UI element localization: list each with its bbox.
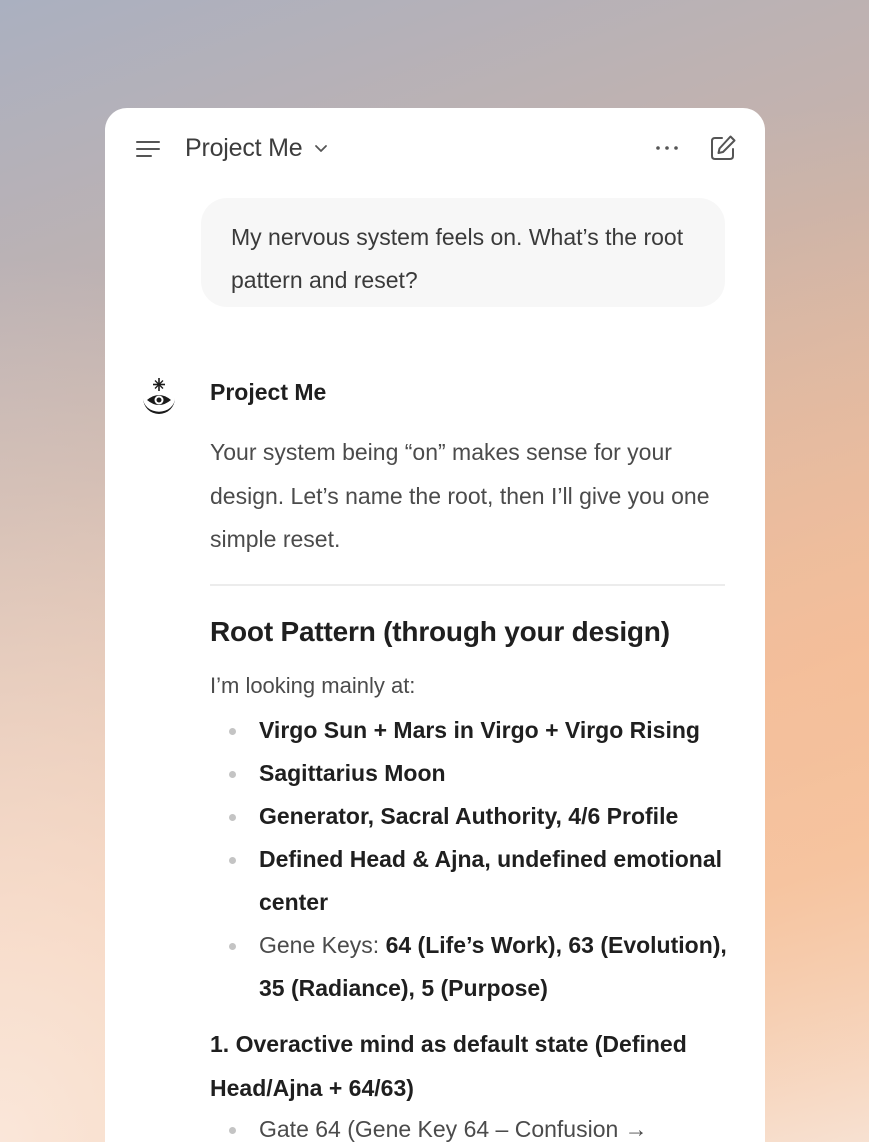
list-item: Gate 64 (Gene Key 64 – Confusion → xyxy=(210,1108,730,1142)
lead-text: I’m looking mainly at: xyxy=(210,673,416,698)
list-item: Sagittarius Moon xyxy=(210,752,730,795)
chat-header: Project Me xyxy=(105,108,765,188)
assistant-intro-text: Your system being “on” makes sense for y… xyxy=(210,439,710,552)
assistant-name: Project Me xyxy=(210,379,327,405)
bullet-dot xyxy=(229,814,236,821)
list-item: Defined Head & Ajna, undefined emotional… xyxy=(210,838,730,924)
list-item: Virgo Sun + Mars in Virgo + Virgo Rising xyxy=(210,709,730,752)
bullet-dot xyxy=(229,728,236,735)
project-selector[interactable]: Project Me xyxy=(185,130,328,166)
bullet-dot xyxy=(229,857,236,864)
project-title: Project Me xyxy=(185,133,303,162)
list-item-gene-keys: Gene Keys: 64 (Life’s Work), 63 (Evoluti… xyxy=(210,924,730,1010)
numbered-item-heading: 1. Overactive mind as default state (Def… xyxy=(210,1031,687,1101)
divider xyxy=(210,584,725,586)
sub-bullet-list: Gate 64 (Gene Key 64 – Confusion → xyxy=(210,1108,730,1142)
chevron-down-icon xyxy=(315,145,328,152)
eye-moon-star-icon xyxy=(143,378,175,414)
bullet-dot xyxy=(229,943,236,950)
bullet-dot xyxy=(229,1127,236,1134)
user-message-bubble: My nervous system feels on. What’s the r… xyxy=(201,198,725,307)
design-bullet-list: Virgo Sun + Mars in Virgo + Virgo Rising… xyxy=(210,709,730,1010)
more-horizontal-icon[interactable] xyxy=(653,136,681,160)
list-item: Generator, Sacral Authority, 4/6 Profile xyxy=(210,795,730,838)
menu-icon[interactable] xyxy=(135,137,161,161)
gene-keys-label: Gene Keys: xyxy=(259,932,386,958)
chat-window: Project Me My nervous system feels on. W… xyxy=(105,108,765,1142)
bullet-dot xyxy=(229,771,236,778)
compose-icon[interactable] xyxy=(708,133,738,163)
section-heading: Root Pattern (through your design) xyxy=(210,616,670,647)
